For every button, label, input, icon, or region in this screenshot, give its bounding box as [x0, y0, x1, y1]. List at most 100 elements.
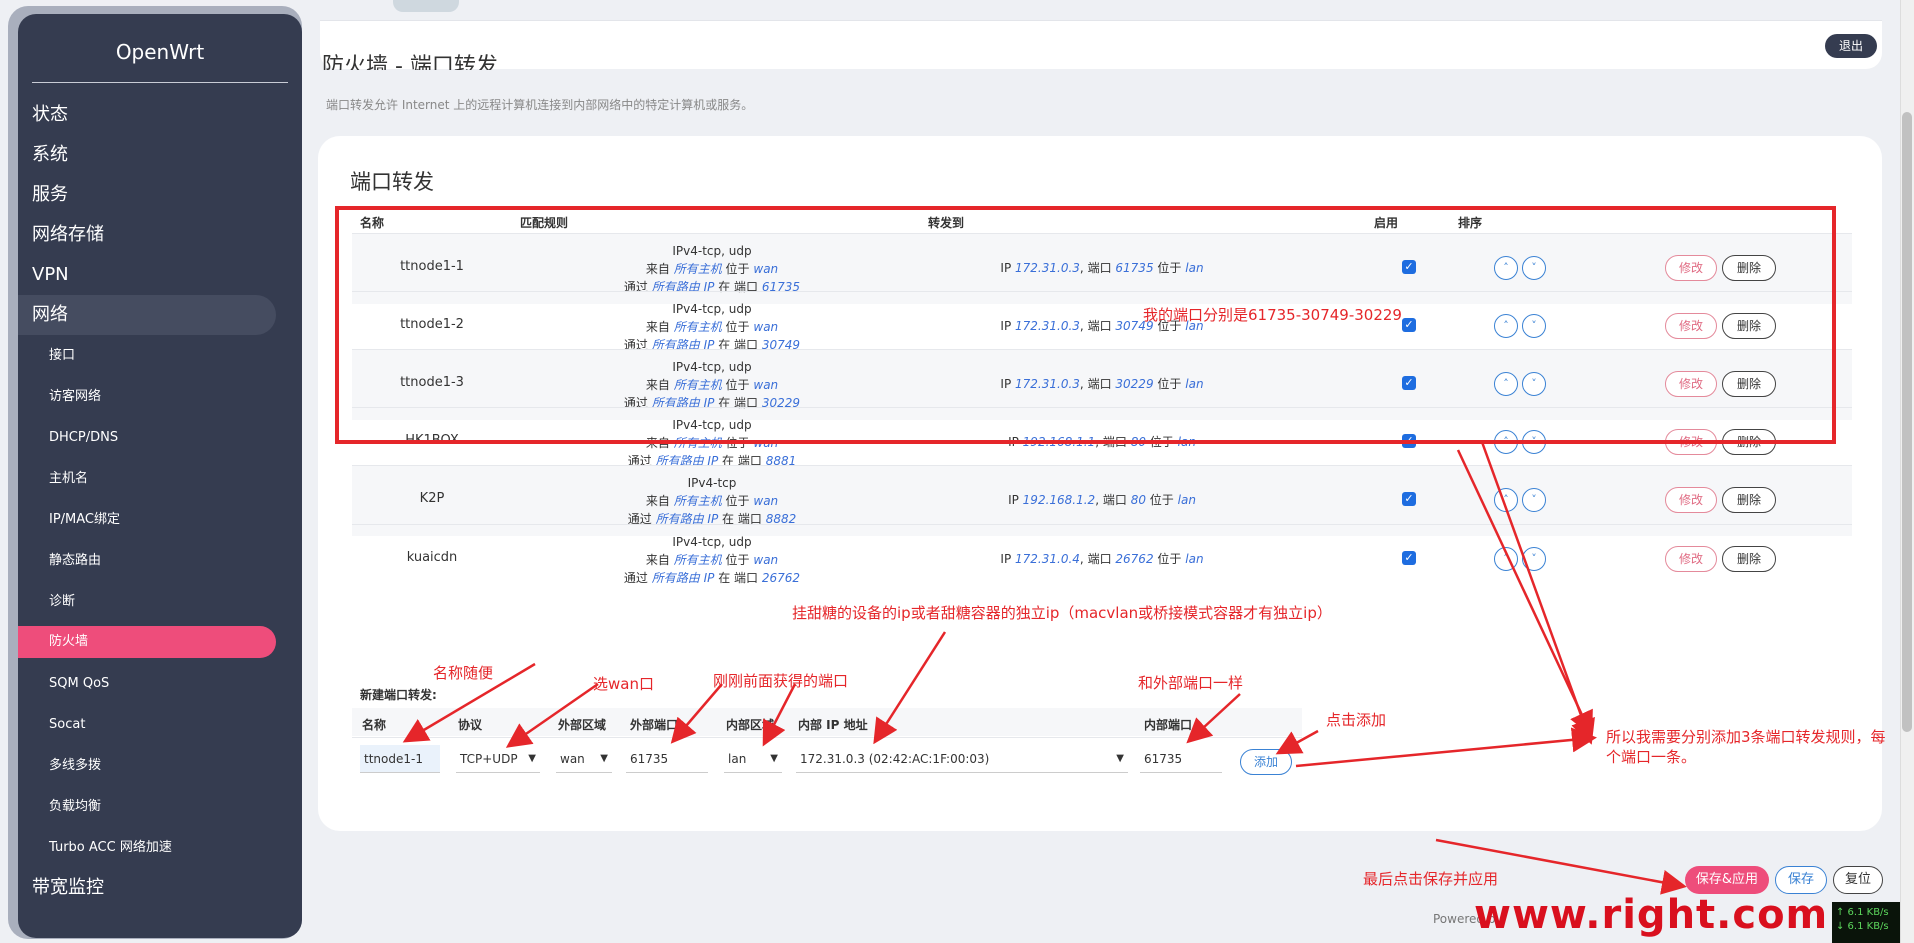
name-input[interactable]: ttnode1-1 [360, 745, 440, 773]
word-port: 端口 [1087, 552, 1112, 566]
sidebar-item[interactable]: VPN [18, 255, 302, 295]
int-ip-select[interactable]: 172.31.0.3 (02:42:AC:1F:00:03) ▼ [796, 745, 1128, 773]
chevron-down-icon: ▼ [600, 753, 608, 764]
add-button[interactable]: 添加 [1240, 749, 1292, 775]
delete-button[interactable]: 删除 [1722, 487, 1776, 513]
enable-checkbox[interactable]: ✓ [1402, 492, 1416, 506]
ext-zone-select[interactable]: wan ▼ [556, 745, 612, 773]
sidebar-subitem[interactable]: 多线多拨 [18, 745, 302, 786]
logout-button[interactable]: 退出 [1825, 34, 1877, 58]
move-up-button[interactable]: ˄ [1494, 547, 1518, 571]
page-title: 防火墙 - 端口转发 [322, 54, 498, 70]
word-via: 通过 [623, 571, 648, 585]
scrollbar-thumb[interactable] [1902, 112, 1912, 732]
sidebar-subitem[interactable]: 静态路由 [18, 540, 302, 581]
sidebar: OpenWrt 状态 系统 服务 网络存储 VPN 网络 接口 访客网络 DHCP/DNS 主机名… [18, 14, 302, 938]
sidebar-item[interactable]: 状态 [18, 95, 302, 135]
ext-zone-value: wan [560, 752, 585, 766]
sidebar-subitem[interactable]: 负载均衡 [18, 786, 302, 827]
annotation-ip-note: 挂甜糖的设备的ip或者甜糖容器的独立ip（macvlan或桥接模式容器才有独立i… [792, 604, 1332, 622]
rule-source: 来自 所有主机 位于 wan [542, 551, 882, 569]
sidebar-subitem[interactable]: Turbo ACC 网络加速 [18, 827, 302, 868]
header-bar [320, 20, 1882, 69]
rule-forward: IP 192.168.1.2, 端口 80 位于 lan [1008, 493, 1196, 507]
table-row: kuaicdn IPv4-tcp, udp 来自 所有主机 位于 wan 通过 所有路… [352, 524, 1852, 595]
word-at: 位于 [1149, 493, 1174, 507]
sidebar-subitem[interactable]: 主机名 [18, 458, 302, 499]
annotation-ports: 我的端口分别是61735-30749-30229 [1143, 306, 1402, 324]
rule-zone: lan [1185, 552, 1204, 566]
word-at: 位于 [725, 553, 750, 567]
edit-button[interactable]: 修改 [1665, 546, 1717, 572]
sidebar-item[interactable]: 系统 [18, 135, 302, 175]
int-zone-value: lan [728, 752, 747, 766]
label-int-zone: 内部区域 [726, 718, 775, 732]
int-zone-select[interactable]: lan ▼ [724, 745, 782, 773]
sidebar-item[interactable]: 带宽监控 [18, 868, 302, 908]
sidebar-subitem[interactable]: IP/MAC绑定 [18, 499, 302, 540]
annotation-same-port: 和外部端口一样 [1138, 674, 1244, 692]
annotation-need-three-2: 个端口一条。 [1606, 748, 1697, 766]
brand-logo[interactable]: OpenWrt [18, 14, 302, 82]
move-down-button[interactable]: ˅ [1522, 547, 1546, 571]
sidebar-item[interactable]: 网络存储 [18, 215, 302, 255]
new-forward-title: 新建端口转发: [360, 688, 437, 702]
word-from: 来自 [645, 553, 670, 567]
rule-match: IPv4-tcp 来自 所有主机 位于 wan 通过 所有路由 IP 在 端口 88… [542, 474, 882, 528]
save-apply-button[interactable]: 保存&应用 [1685, 866, 1769, 894]
rule-port: 80 [1130, 493, 1146, 507]
word-port: 端口 [1102, 493, 1127, 507]
rule-forward: IP 172.31.0.4, 端口 26762 位于 lan [1000, 552, 1204, 566]
label-int-ip: 内部 IP 地址 [798, 718, 868, 732]
rule-src-zone: wan [753, 494, 779, 508]
rule-ext-port: 26762 [761, 571, 801, 585]
edit-button[interactable]: 修改 [1665, 487, 1717, 513]
enable-checkbox[interactable]: ✓ [1402, 551, 1416, 565]
ext-port-input[interactable]: 61735 [626, 745, 708, 773]
sidebar-subitem[interactable]: 防火墙 [18, 626, 276, 658]
brand-divider [32, 82, 288, 83]
label-name: 名称 [362, 718, 387, 732]
top-tab[interactable] [393, 0, 459, 12]
sidebar-subitem[interactable]: Socat [18, 704, 302, 745]
sidebar-item[interactable]: 服务 [18, 175, 302, 215]
sidebar-subitem[interactable]: 访客网络 [18, 376, 302, 417]
word-at: 位于 [725, 494, 750, 508]
rule-via: 通过 所有路由 IP 在 端口 26762 [542, 569, 882, 587]
download-speed: ↓ 6.1 KB/s [1836, 921, 1889, 932]
rule-ip: 172.31.0.4 [1015, 552, 1080, 566]
rule-src-host: 所有主机 [673, 553, 722, 567]
sidebar-subitem[interactable]: SQM QoS [18, 663, 302, 704]
sidebar-subitem[interactable]: 接口 [18, 335, 302, 376]
rule-name: K2P [419, 491, 445, 506]
rule-src-host: 所有主机 [673, 494, 722, 508]
sidebar-subitem[interactable]: 诊断 [18, 581, 302, 622]
rule-proto: IPv4-tcp, udp [672, 535, 752, 549]
section-title: 端口转发 [350, 170, 434, 194]
page-description: 端口转发允许 Internet 上的远程计算机连接到内部网络中的特定计算机或服务… [326, 98, 754, 112]
delete-button[interactable]: 删除 [1722, 546, 1776, 572]
save-button[interactable]: 保存 [1775, 866, 1827, 894]
chevron-down-icon: ▼ [770, 753, 778, 764]
sidebar-subitem[interactable]: DHCP/DNS [18, 417, 302, 458]
annotation-click-add: 点击添加 [1326, 711, 1387, 729]
chevron-down-icon: ▼ [1116, 753, 1124, 764]
word-on: 在 [718, 571, 731, 585]
move-up-button[interactable]: ˄ [1494, 488, 1518, 512]
annotation-got-port: 刚刚前面获得的端口 [713, 672, 849, 690]
rule-via-ip: 所有路由 IP [651, 571, 715, 585]
int-ip-value: 172.31.0.3 (02:42:AC:1F:00:03) [800, 752, 990, 766]
annotation-save-last: 最后点击保存并应用 [1363, 870, 1499, 888]
word-port: 端口 [734, 571, 759, 585]
move-down-button[interactable]: ˅ [1522, 488, 1546, 512]
label-ext-zone: 外部区域 [558, 718, 607, 732]
int-port-input[interactable]: 61735 [1140, 745, 1222, 773]
chevron-down-icon: ▼ [528, 753, 536, 764]
word-ip: IP [1000, 552, 1012, 566]
annotation-name-any: 名称随便 [433, 664, 494, 682]
word-at: 位于 [1157, 552, 1182, 566]
proto-select[interactable]: TCP+UDP ▼ [456, 745, 540, 773]
sidebar-item[interactable]: 网络 [18, 295, 276, 335]
reset-button[interactable]: 复位 [1833, 866, 1883, 894]
word-ip: IP [1008, 493, 1019, 507]
